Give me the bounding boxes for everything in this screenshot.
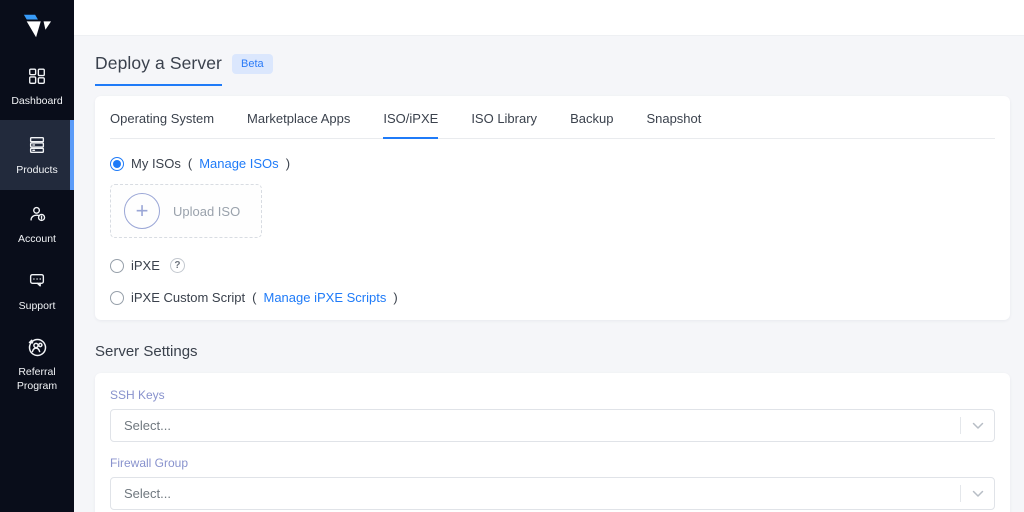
sidebar-item-label: Support: [19, 299, 56, 313]
sidebar-item-label: Account: [18, 232, 56, 246]
firewall-group-select-value: Select...: [124, 486, 171, 501]
manage-isos-link[interactable]: Manage ISOs: [199, 156, 279, 171]
sidebar-item-dashboard[interactable]: Dashboard: [0, 54, 74, 118]
upload-iso-button[interactable]: + Upload ISO: [110, 184, 262, 238]
paren-open: (: [188, 156, 192, 171]
tab-operating-system[interactable]: Operating System: [110, 96, 214, 138]
ssh-keys-field: SSH Keys Select...: [110, 388, 995, 442]
support-icon: [26, 270, 48, 292]
manage-ipxe-scripts-link[interactable]: Manage iPXE Scripts: [264, 290, 387, 305]
firewall-group-select[interactable]: Select...: [110, 477, 995, 510]
ipxe-radio[interactable]: [110, 259, 124, 273]
dashboard-icon: [26, 65, 48, 87]
help-icon[interactable]: ?: [170, 258, 185, 273]
tab-backup[interactable]: Backup: [570, 96, 613, 138]
ipxe-option: iPXE ?: [110, 258, 995, 273]
top-header: [74, 0, 1024, 36]
ssh-keys-label: SSH Keys: [110, 388, 995, 402]
ipxe-label: iPXE: [131, 258, 160, 273]
tab-snapshot[interactable]: Snapshot: [646, 96, 701, 138]
beta-badge: Beta: [232, 54, 273, 74]
page-title-row: Deploy a Server Beta: [95, 53, 1010, 86]
my-isos-label: My ISOs: [131, 156, 181, 171]
referral-program-icon: [26, 336, 48, 358]
sidebar-item-support[interactable]: Support: [0, 259, 74, 323]
paren-open: (: [252, 290, 256, 305]
ipxe-custom-script-radio[interactable]: [110, 291, 124, 305]
firewall-group-label: Firewall Group: [110, 456, 995, 470]
ipxe-custom-script-option: iPXE Custom Script ( Manage iPXE Scripts…: [110, 290, 995, 305]
tab-iso-ipxe[interactable]: ISO/iPXE: [383, 96, 438, 139]
ssh-keys-select[interactable]: Select...: [110, 409, 995, 442]
firewall-group-field: Firewall Group Select...: [110, 456, 995, 510]
iso-section: My ISOs ( Manage ISOs ) + Upload ISO iPX…: [95, 156, 1010, 320]
tab-bar: Operating System Marketplace Apps ISO/iP…: [110, 96, 995, 139]
upload-iso-label: Upload ISO: [173, 204, 240, 219]
main-content: Deploy a Server Beta Operating System Ma…: [74, 36, 1024, 512]
chevron-down-icon: [972, 422, 984, 430]
paren-close: ): [393, 290, 397, 305]
sidebar-item-label: Products: [16, 163, 57, 177]
deploy-card: Operating System Marketplace Apps ISO/iP…: [95, 96, 1010, 320]
chevron-down-icon: [972, 490, 984, 498]
select-divider: [960, 417, 961, 434]
sidebar-item-products[interactable]: Products: [0, 120, 74, 190]
page-title: Deploy a Server: [95, 53, 222, 86]
sidebar-item-label: Dashboard: [11, 94, 62, 108]
plus-icon: +: [124, 193, 160, 229]
vultr-logo[interactable]: [0, 0, 74, 52]
ssh-keys-select-value: Select...: [124, 418, 171, 433]
tab-marketplace-apps[interactable]: Marketplace Apps: [247, 96, 350, 138]
server-settings-heading: Server Settings: [95, 343, 1010, 360]
server-settings-card: SSH Keys Select... Firewall Group Select…: [95, 373, 1010, 512]
sidebar-item-label: Referral Program: [2, 365, 72, 393]
products-icon: [26, 134, 48, 156]
my-isos-radio[interactable]: [110, 157, 124, 171]
ipxe-custom-script-label: iPXE Custom Script: [131, 290, 245, 305]
tab-iso-library[interactable]: ISO Library: [471, 96, 537, 138]
account-icon: [26, 203, 48, 225]
my-isos-option: My ISOs ( Manage ISOs ): [110, 156, 995, 171]
sidebar: Dashboard Products Account: [0, 0, 74, 512]
vultr-logo-icon: [18, 11, 56, 41]
select-divider: [960, 485, 961, 502]
sidebar-item-referral-program[interactable]: Referral Program: [0, 325, 74, 403]
sidebar-item-account[interactable]: Account: [0, 192, 74, 256]
paren-close: ): [286, 156, 290, 171]
